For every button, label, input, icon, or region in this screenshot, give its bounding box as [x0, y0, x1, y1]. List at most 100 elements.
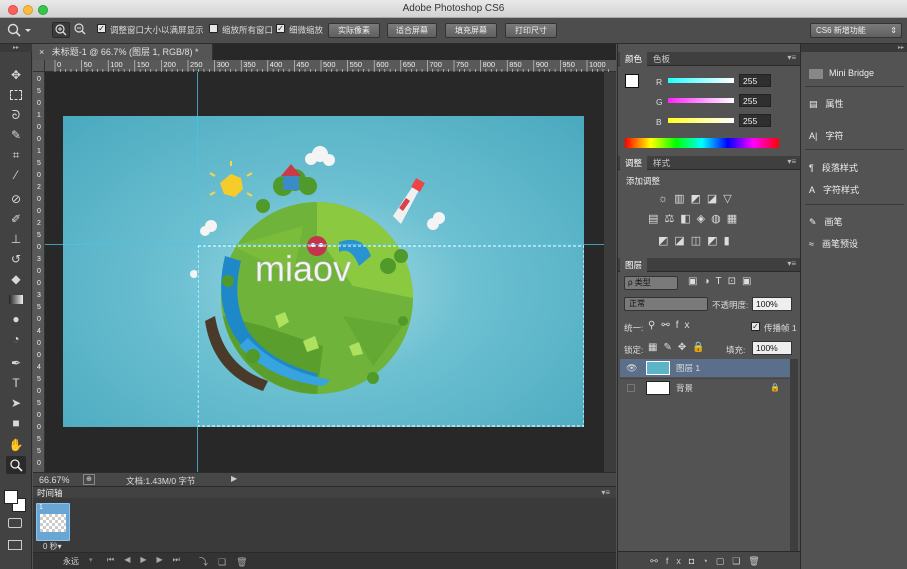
dock-item-mini-bridge[interactable]: Mini Bridge [809, 62, 874, 84]
zoom-tool-icon[interactable] [6, 456, 26, 474]
quick-mask-icon[interactable] [8, 518, 22, 528]
frame-actions-icon[interactable]: ⤵❑🗑 [199, 555, 258, 568]
green-slider[interactable] [668, 98, 734, 103]
green-value-field[interactable]: 255 [739, 94, 771, 107]
dodge-tool-icon[interactable]: ◔ [6, 330, 26, 348]
fill-screen-button[interactable]: 填充屏幕 [445, 23, 497, 38]
vertical-ruler[interactable]: 0 5 0 1 0 0 1 5 0 2 0 0 2 5 0 3 0 0 3 5 0 4 0 0 4 5 0 5 0 0 5 5 0 [33, 72, 45, 472]
fill-field[interactable]: 100% [752, 341, 792, 355]
layers-footer-icons[interactable]: ⚯fx◘◔▢❑🗑 [618, 551, 800, 569]
layer-row[interactable]: 👁 图层 1 [620, 359, 790, 377]
zoom-level[interactable]: 66.67% [39, 475, 70, 485]
horizontal-ruler[interactable]: 0 50 100 150 200 250 300 350 400 450 500 550 600 650 7… [45, 60, 616, 72]
hand-tool-icon[interactable]: ✋ [6, 436, 26, 454]
marquee-tool-icon[interactable] [6, 86, 26, 104]
toolbar-grip[interactable]: ▸▸ [0, 44, 32, 52]
close-tab-icon[interactable]: × [39, 47, 44, 57]
blend-mode-select[interactable]: 正常 [624, 297, 708, 311]
lasso-tool-icon[interactable]: ᘐ [6, 106, 26, 124]
panel-menu-icon[interactable]: ▾≡ [787, 157, 796, 166]
eraser-tool-icon[interactable]: ◆ [6, 270, 26, 288]
gradient-tool-icon[interactable] [6, 290, 26, 308]
status-arrow-icon[interactable]: ▶ [231, 474, 237, 483]
path-select-tool-icon[interactable]: ➤ [6, 394, 26, 412]
blue-value-field[interactable]: 255 [739, 114, 771, 127]
dock-item-character-styles[interactable]: A 字符样式 [809, 179, 859, 201]
dock-grip[interactable]: ▸▸ [801, 44, 907, 52]
layer-name[interactable]: 图层 1 [676, 359, 700, 377]
type-tool-icon[interactable]: T [6, 374, 26, 392]
tab-layers[interactable]: 图层 [620, 258, 648, 272]
dock-item-paragraph-styles[interactable]: ¶ 段落样式 [809, 157, 858, 179]
color-ramp[interactable] [625, 138, 779, 148]
blue-slider[interactable] [668, 118, 734, 123]
actual-pixels-button[interactable]: 实际像素 [328, 23, 380, 38]
playback-buttons-icon[interactable]: ⏮◀▶▶⏭ [107, 555, 190, 565]
lock-icons[interactable]: ▦✎✥🔒 [648, 342, 711, 353]
tab-swatches[interactable]: 色板 [648, 52, 675, 66]
adjustment-icons-row-1[interactable]: ☼▥◩◪▽ [658, 192, 738, 205]
status-menu-icon[interactable]: ⊕ [83, 474, 95, 485]
eyedropper-tool-icon[interactable]: ⁄ [6, 166, 26, 184]
quick-select-tool-icon[interactable]: ✎ [6, 126, 26, 144]
clone-stamp-tool-icon[interactable]: ⊥ [6, 230, 26, 248]
dock-item-character[interactable]: A| 字符 [809, 125, 843, 147]
red-slider[interactable] [668, 78, 734, 83]
adjustment-icons-row-3[interactable]: ◩◪◫◩▮ [658, 234, 736, 247]
animation-frame[interactable]: 1 [36, 503, 70, 541]
visibility-toggle[interactable] [627, 384, 635, 392]
loop-select[interactable]: 永远 [63, 556, 79, 567]
unify-icons[interactable]: ⚲⚯fx [648, 320, 695, 331]
close-window-button[interactable] [8, 5, 18, 15]
pen-tool-icon[interactable]: ✒ [6, 354, 26, 372]
propagate-frame-checkbox[interactable]: ✓ [751, 322, 760, 331]
dock-item-properties[interactable]: ▤ 属性 [809, 93, 844, 115]
opacity-field[interactable]: 100% [752, 297, 792, 311]
document-tab[interactable]: × 未标题-1 @ 66.7% (图层 1, RGB/8) * [33, 44, 213, 60]
horizontal-guide[interactable] [45, 244, 616, 245]
blur-tool-icon[interactable]: ● [6, 310, 26, 328]
rectangle-tool-icon[interactable]: ■ [6, 414, 26, 432]
zoom-window-button[interactable] [38, 5, 48, 15]
visibility-eye-icon[interactable]: 👁 [626, 359, 637, 377]
history-brush-tool-icon[interactable]: ↺ [6, 250, 26, 268]
sun-icon [209, 161, 253, 197]
healing-brush-tool-icon[interactable]: ⊘ [6, 190, 26, 208]
foreground-color-swatch-top[interactable] [4, 490, 18, 504]
tab-adjustments[interactable]: 调整 [620, 156, 648, 170]
panel-menu-icon[interactable]: ▾≡ [787, 259, 796, 268]
color-fg-swatch[interactable] [625, 74, 639, 88]
tab-color[interactable]: 颜色 [620, 52, 648, 66]
zoom-all-checkbox[interactable] [209, 24, 218, 33]
print-size-button[interactable]: 打印尺寸 [505, 23, 557, 38]
dock-item-brush[interactable]: ✎ 画笔 [809, 211, 843, 233]
ruler-origin[interactable] [33, 60, 45, 72]
fit-screen-button[interactable]: 适合屏幕 [387, 23, 437, 38]
layer-row[interactable]: 背景 🔒 [620, 378, 790, 396]
dock-item-brush-presets[interactable]: ≈ 画笔预设 [809, 233, 858, 255]
canvas[interactable]: miaov [63, 116, 584, 427]
minimize-window-button[interactable] [23, 5, 33, 15]
resize-windows-checkbox[interactable]: ✓ [97, 24, 106, 33]
crop-tool-icon[interactable]: ⌗ [6, 146, 26, 164]
layer-name[interactable]: 背景 [676, 379, 693, 397]
brush-tool-icon[interactable]: ✐ [6, 210, 26, 228]
layers-scrollbar[interactable] [790, 359, 798, 551]
vertical-guide[interactable] [197, 72, 198, 472]
panel-menu-icon[interactable]: ▾≡ [787, 53, 796, 62]
screen-mode-icon[interactable] [8, 540, 22, 550]
zoom-in-icon[interactable] [52, 22, 70, 38]
zoom-out-icon[interactable] [72, 22, 90, 38]
move-tool-icon[interactable]: ✥ [6, 66, 26, 84]
layer-filter-icons[interactable]: ▣◑T⊡▣ [688, 276, 757, 287]
workspace-switcher[interactable]: CS6 新增功能 ⇕ [810, 23, 902, 38]
scrubby-zoom-checkbox[interactable]: ✓ [276, 24, 285, 33]
tab-styles[interactable]: 样式 [648, 156, 675, 170]
frame-delay[interactable]: 0 秒▾ [43, 541, 62, 552]
layer-filter-select[interactable]: ρ 类型 [624, 276, 678, 290]
ruler-tick-label: 0 [37, 340, 41, 347]
vertical-scrollbar[interactable] [604, 72, 616, 472]
red-value-field[interactable]: 255 [739, 74, 771, 87]
adjustment-icons-row-2[interactable]: ▤⚖◧◈◍▦ [648, 212, 743, 225]
zoom-tool-preset-icon[interactable] [6, 22, 32, 38]
